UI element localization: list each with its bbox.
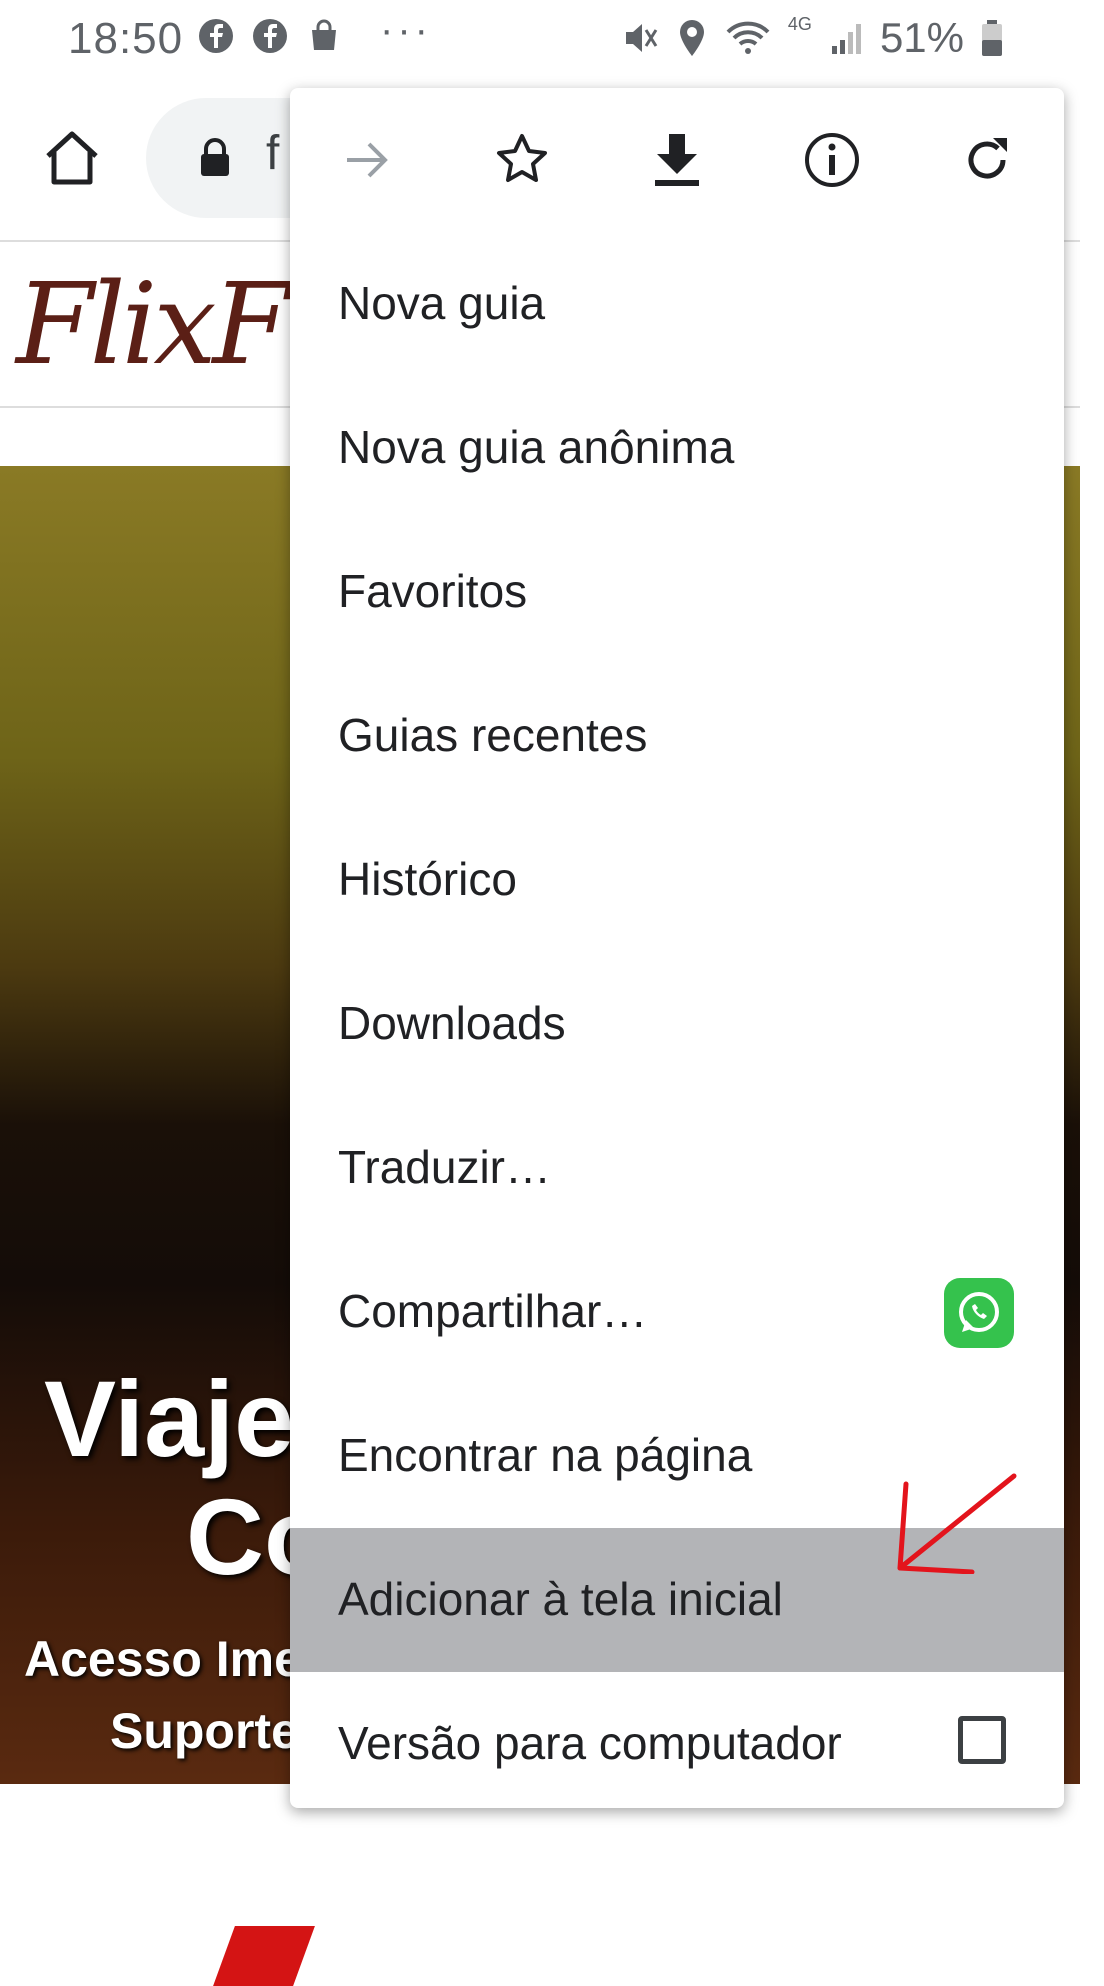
- desktop-site-checkbox[interactable]: [958, 1716, 1006, 1764]
- forward-button[interactable]: [290, 88, 445, 232]
- menu-item-translate[interactable]: Traduzir…: [290, 1096, 1064, 1240]
- battery-icon: [982, 20, 1002, 56]
- menu-item-downloads[interactable]: Downloads: [290, 952, 1064, 1096]
- menu-item-label: Encontrar na página: [338, 1429, 753, 1481]
- more-notifications-icon: ···: [380, 8, 432, 52]
- page-info-button[interactable]: [754, 88, 909, 232]
- menu-item-desktop-site[interactable]: Versão para computador: [290, 1672, 1064, 1808]
- menu-item-bookmarks[interactable]: Favoritos: [290, 520, 1064, 664]
- url-text: f: [266, 127, 280, 180]
- menu-item-share[interactable]: Compartilhar…: [290, 1240, 1064, 1384]
- notification-icons: [198, 18, 342, 54]
- menu-item-label: Nova guia anônima: [338, 421, 735, 473]
- annotation-arrow-icon: [897, 1473, 1017, 1574]
- menu-item-label: Histórico: [338, 853, 517, 905]
- hero-subtitle-line2: Suporte: [110, 1703, 299, 1759]
- menu-item-new-tab[interactable]: Nova guia: [290, 232, 1064, 376]
- lock-icon: [201, 138, 229, 176]
- menu-item-label: Adicionar à tela inicial: [338, 1573, 783, 1625]
- menu-item-label: Versão para computador: [338, 1717, 842, 1769]
- whatsapp-glyph-icon: [959, 1292, 999, 1332]
- menu-item-label: Nova guia: [338, 277, 546, 329]
- facebook-icon: [199, 19, 233, 53]
- location-icon: [679, 20, 704, 56]
- download-button[interactable]: [600, 88, 755, 232]
- signal-icon: [831, 24, 861, 54]
- wifi-icon: [726, 21, 770, 54]
- system-icons: 4G 51%: [620, 14, 1004, 62]
- hero-subtitle-line1: Acesso Ime: [24, 1631, 302, 1687]
- site-logo[interactable]: FlixF: [16, 260, 290, 390]
- menu-item-new-incognito-tab[interactable]: Nova guia anônima: [290, 376, 1064, 520]
- home-icon[interactable]: [40, 126, 104, 190]
- network-type: 4G: [787, 13, 812, 34]
- menu-item-label: Favoritos: [338, 565, 528, 617]
- menu-item-history[interactable]: Histórico: [290, 808, 1064, 952]
- bookmark-button[interactable]: [445, 88, 600, 232]
- download-icon: [654, 134, 699, 186]
- status-time: 18:50: [68, 14, 184, 63]
- menu-icon-row: [290, 88, 1064, 232]
- menu-item-recent-tabs[interactable]: Guias recentes: [290, 664, 1064, 808]
- mute-vibrate-icon: [625, 24, 658, 52]
- bookmark-star-icon: [497, 134, 548, 182]
- menu-item-label: Traduzir…: [338, 1141, 551, 1193]
- hero-title-line1: Viaje: [44, 1358, 295, 1479]
- info-icon: [804, 133, 859, 187]
- status-bar: 18:50 ··· 4G 51%: [0, 0, 1104, 80]
- whatsapp-icon[interactable]: [944, 1278, 1014, 1348]
- refresh-icon: [968, 138, 1007, 179]
- forward-icon: [347, 142, 389, 178]
- shopping-bag-icon: [312, 19, 336, 50]
- hero-cta-button[interactable]: [213, 1926, 315, 1986]
- menu-item-label: Compartilhar…: [338, 1285, 648, 1337]
- refresh-button[interactable]: [909, 88, 1064, 232]
- menu-item-label: Downloads: [338, 997, 566, 1049]
- battery-percentage: 51%: [879, 14, 964, 61]
- menu-item-label: Guias recentes: [338, 709, 648, 761]
- facebook-icon: [253, 19, 287, 53]
